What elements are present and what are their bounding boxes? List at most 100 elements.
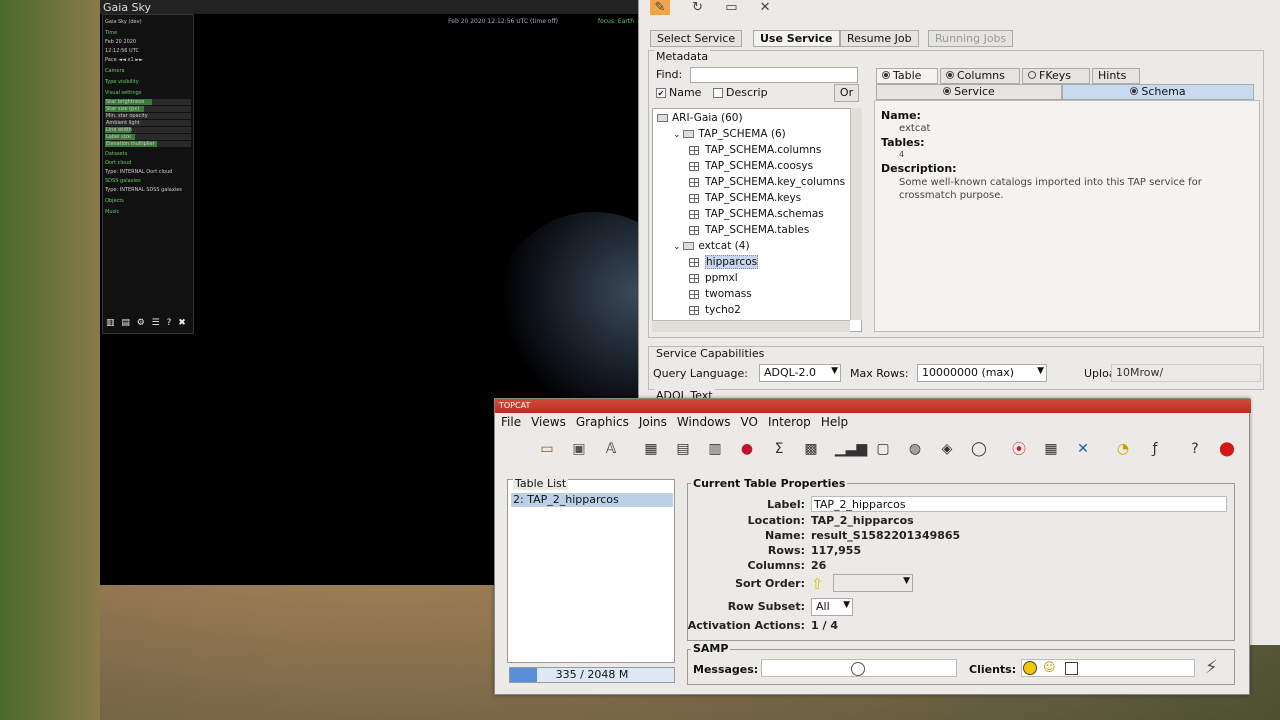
gaia-client-icon[interactable] <box>1065 662 1078 675</box>
tree-vertical-scrollbar[interactable] <box>850 108 862 320</box>
menu-vo[interactable]: VO <box>740 415 757 429</box>
select-from-icon[interactable]: ▦ <box>1039 437 1063 461</box>
tree-node[interactable]: TAP_SCHEMA.schemas <box>689 208 824 220</box>
columns-icon[interactable]: ▥ <box>703 437 727 461</box>
save-table-icon[interactable]: ▣ <box>567 437 591 461</box>
expand-toggle-icon[interactable]: ⌄ <box>673 242 683 252</box>
tab-use-service[interactable]: Use Service <box>753 30 840 47</box>
tree-node[interactable]: tycho2 <box>689 304 741 316</box>
tab-running-jobs[interactable]: Running Jobs <box>928 30 1014 47</box>
tree-node[interactable]: ⌄ extcat (4) <box>673 240 750 252</box>
tree-node[interactable]: TAP_SCHEMA.coosys <box>689 160 813 172</box>
type-visibility-section[interactable]: Type visibility <box>105 79 191 86</box>
visual-slider[interactable]: Star brightness <box>105 99 191 105</box>
query-language-select[interactable]: ADQL-2.0 ▼ <box>759 364 841 382</box>
tree-node[interactable]: TAP_SCHEMA.keys <box>689 192 801 204</box>
expand-toggle-icon[interactable]: ⌄ <box>673 130 683 140</box>
menu-graphics[interactable]: Graphics <box>576 415 629 429</box>
menu-joins[interactable]: Joins <box>639 415 667 429</box>
activation-value[interactable]: 1 / 4 <box>811 619 838 632</box>
reload-icon[interactable]: ↻ <box>692 0 703 15</box>
tap-toolbar-icons[interactable]: ✎ ↻ ▭ ✕ <box>650 0 771 15</box>
broadcast-icon[interactable]: 𝔸 <box>599 437 623 461</box>
sub-tab-service[interactable]: Service <box>876 84 1062 100</box>
detail-tab-table[interactable]: Table <box>876 68 938 84</box>
chevron-down-icon: ▼ <box>843 600 850 610</box>
visual-slider[interactable]: Star size (px) <box>105 106 191 112</box>
match-icon[interactable]: ⦿ <box>1007 437 1031 461</box>
camera-section[interactable]: Camera <box>105 68 191 75</box>
name-checkbox[interactable]: ✔ Name <box>656 86 701 99</box>
tree-node[interactable]: ⌄ TAP_SCHEMA (6) <box>673 128 786 140</box>
tree-node[interactable]: ARI-Gaia (60) <box>657 112 743 124</box>
menu-file[interactable]: File <box>501 415 521 429</box>
table-data-icon[interactable]: ▦ <box>639 437 663 461</box>
menu-windows[interactable]: Windows <box>677 415 731 429</box>
tap-query-icon[interactable]: ◔ <box>1111 437 1135 461</box>
music-section[interactable]: Music <box>105 209 191 216</box>
visual-settings-section[interactable]: Visual settings <box>105 90 191 97</box>
visual-slider[interactable]: Line width <box>105 127 191 133</box>
menu-views[interactable]: Views <box>531 415 566 429</box>
tree-node[interactable]: TAP_SCHEMA.tables <box>689 224 809 236</box>
histogram-icon[interactable]: ▁▃▆ <box>835 437 867 461</box>
matrix-icon[interactable]: ▩ <box>799 437 823 461</box>
tree-node[interactable]: TAP_SCHEMA.columns <box>689 144 821 156</box>
load-table-icon[interactable]: ▭ <box>535 437 559 461</box>
crossmatch-icon[interactable]: ✕ <box>1071 437 1095 461</box>
plane-plot-icon[interactable]: ▢ <box>871 437 895 461</box>
subsets-icon[interactable]: ● <box>735 437 759 461</box>
visual-slider[interactable]: Min. star opacity <box>105 113 191 119</box>
samp-hub-icon[interactable] <box>1023 661 1037 675</box>
detail-tab-fkeys[interactable]: FKeys <box>1022 68 1090 84</box>
visual-slider[interactable]: Ambient light <box>105 120 191 126</box>
sky-plot-icon[interactable]: ◍ <box>903 437 927 461</box>
pace-control[interactable]: Pace ◄◄ x1 ►► <box>105 57 191 64</box>
objects-section[interactable]: Objects <box>105 198 191 205</box>
menu-interop[interactable]: Interop <box>768 415 811 429</box>
tree-horizontal-scrollbar[interactable] <box>652 320 850 332</box>
dataset-oort[interactable]: Oort cloud <box>105 160 191 167</box>
clients-label: Clients: <box>969 663 1017 676</box>
sort-direction-arrow-icon[interactable]: ⇧ <box>811 575 824 593</box>
visual-slider[interactable]: Elevation multiplier <box>105 141 191 147</box>
descrip-checkbox[interactable]: Descrip <box>713 86 768 99</box>
sphere-plot-icon[interactable]: ◯ <box>967 437 991 461</box>
menu-help[interactable]: Help <box>821 415 848 429</box>
visual-slider[interactable]: Label size <box>105 134 191 140</box>
topcat-client-icon[interactable]: ☺ <box>1043 660 1056 674</box>
close-icon[interactable]: ✕ <box>760 0 771 15</box>
metadata-icon[interactable]: ▤ <box>671 437 695 461</box>
function-icon[interactable]: ƒ <box>1143 437 1167 461</box>
tree-node[interactable]: hipparcos <box>689 255 759 269</box>
detail-tab-hints[interactable]: Hints <box>1092 68 1140 84</box>
max-rows-select[interactable]: 10000000 (max) ▼ <box>917 364 1047 382</box>
tree-node[interactable]: ppmxl <box>689 272 738 284</box>
label-input[interactable]: TAP_2_hipparcos <box>811 496 1227 512</box>
stop-icon[interactable]: ⬤ <box>1215 437 1239 461</box>
help-icon[interactable]: ? <box>1183 437 1207 461</box>
sort-column-select[interactable]: ▼ <box>833 574 913 592</box>
statistics-icon[interactable]: Σ <box>767 437 791 461</box>
gaia-toolbar[interactable]: ▥ ▤ ⚙ ☰ ? ✖ <box>106 318 188 328</box>
tree-node[interactable]: twomass <box>689 288 752 300</box>
tree-node[interactable]: TAP_SCHEMA.key_columns <box>689 176 845 188</box>
dataset-sdss[interactable]: SDSS galaxies <box>105 178 191 185</box>
tab-select-service[interactable]: Select Service <box>650 30 743 47</box>
find-input[interactable] <box>690 67 858 83</box>
sub-tab-schema[interactable]: Schema <box>1062 84 1254 100</box>
gaia-control-panel[interactable]: Gaia Sky (dev) Time Feb 20 2020 12:12:56… <box>102 14 194 334</box>
broom-icon[interactable]: ✎ <box>650 0 670 15</box>
folder-icon[interactable]: ▭ <box>725 0 737 15</box>
table-list-item[interactable]: 2: TAP_2_hipparcos <box>511 493 673 507</box>
datasets-section[interactable]: Datasets <box>105 151 191 158</box>
metadata-tree[interactable]: ARI-Gaia (60) ⌄ TAP_SCHEMA (6) TAP_SCHEMA.… <box>652 108 862 332</box>
or-button[interactable]: Or <box>834 84 859 102</box>
time-section[interactable]: Time <box>105 30 191 37</box>
cube-plot-icon[interactable]: ◈ <box>935 437 959 461</box>
detail-tab-columns[interactable]: Columns <box>940 68 1020 84</box>
samp-connect-icon[interactable]: ⚡ <box>1205 657 1218 678</box>
tab-resume-job[interactable]: Resume Job <box>840 30 919 47</box>
row-subset-select[interactable]: All ▼ <box>811 598 853 616</box>
topcat-title-bar[interactable]: TOPCAT <box>495 399 1251 413</box>
